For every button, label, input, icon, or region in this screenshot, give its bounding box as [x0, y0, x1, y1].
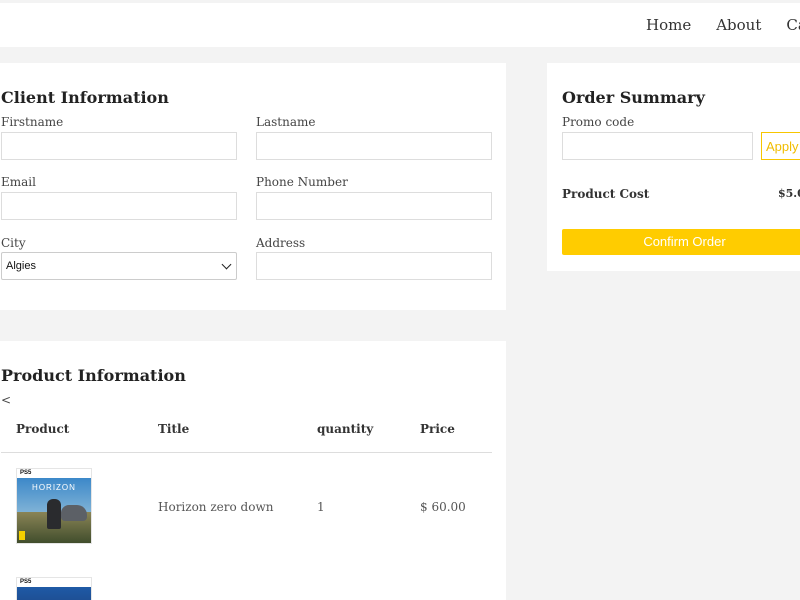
address-input[interactable] — [256, 252, 492, 280]
ps5-logo: PS5 — [20, 470, 32, 476]
apply-promo-button[interactable]: Apply — [761, 132, 800, 160]
cover-art-sky — [17, 587, 91, 600]
ps5-logo: PS5 — [20, 579, 32, 585]
column-header-price: Price — [420, 422, 455, 436]
client-information-title: Client Information — [1, 88, 169, 107]
column-header-quantity: quantity — [317, 422, 374, 436]
product-price-cell: $ 60.00 — [420, 500, 466, 514]
order-summary-card: Order Summary Promo code Apply Product C… — [547, 63, 800, 271]
promo-code-label: Promo code — [562, 115, 635, 129]
product-image-horizon: PS5 HORIZON — [16, 468, 92, 544]
column-header-title: Title — [158, 422, 190, 436]
product-information-title: Product Information — [1, 366, 186, 385]
product-image-second: PS5 — [16, 577, 92, 600]
nav-categories-link[interactable]: Catego — [786, 16, 800, 34]
firstname-input[interactable] — [1, 132, 237, 160]
chevron-down-icon — [221, 259, 232, 270]
product-quantity-cell: 1 — [317, 500, 325, 514]
product-title-cell: Horizon zero down — [158, 500, 274, 514]
email-input[interactable] — [1, 192, 237, 220]
city-select[interactable]: Algies — [1, 252, 237, 280]
cover-art-machine — [61, 505, 87, 521]
top-navbar: Home About Catego — [0, 3, 800, 47]
address-label: Address — [256, 236, 306, 250]
product-cost-label: Product Cost — [562, 187, 650, 201]
email-label: Email — [1, 175, 36, 189]
product-information-card: Product Information < Product Title quan… — [0, 341, 506, 600]
back-arrow-icon[interactable]: < — [1, 393, 11, 407]
age-rating-icon — [19, 531, 25, 540]
city-select-value: Algies — [6, 260, 36, 272]
lastname-label: Lastname — [256, 115, 316, 129]
nav-menu: Home About Catego — [646, 16, 800, 34]
lastname-input[interactable] — [256, 132, 492, 160]
nav-about-link[interactable]: About — [716, 16, 761, 34]
nav-home-link[interactable]: Home — [646, 16, 691, 34]
client-information-card: Client Information Firstname Lastname Em… — [0, 63, 506, 310]
product-cost-value: $5.00 — [778, 187, 800, 200]
order-summary-title: Order Summary — [562, 88, 705, 107]
city-label: City — [1, 236, 26, 250]
promo-code-input[interactable] — [562, 132, 753, 160]
cover-art-figure — [47, 499, 61, 529]
table-header-divider — [1, 452, 492, 453]
phone-number-label: Phone Number — [256, 175, 348, 189]
confirm-order-button[interactable]: Confirm Order — [562, 229, 800, 255]
firstname-label: Firstname — [1, 115, 64, 129]
phone-number-input[interactable] — [256, 192, 492, 220]
column-header-product: Product — [16, 422, 70, 436]
horizon-logo: HORIZON — [32, 483, 76, 492]
